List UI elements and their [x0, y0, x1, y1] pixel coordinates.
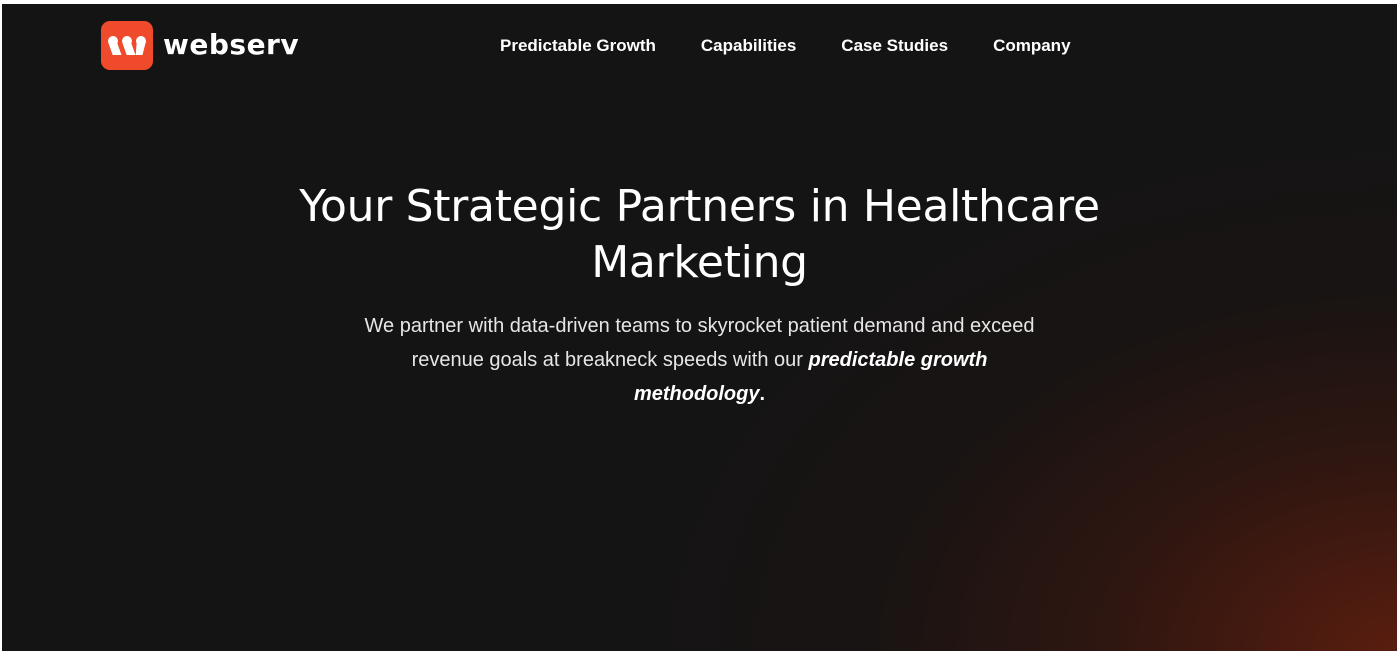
hero-subtitle-line-2-text: revenue goals at breakneck speeds with o… [411, 349, 809, 371]
nav-link-company[interactable]: Company [993, 36, 1070, 56]
nav-link-case-studies[interactable]: Case Studies [841, 36, 948, 56]
hero-subtitle-line-1: We partner with data-driven teams to sky… [364, 315, 1035, 337]
hero-title-line-2: Marketing [591, 237, 808, 288]
brand-logo-link[interactable]: webserv [101, 21, 299, 70]
hero-title: Your Strategic Partners in Healthcare Ma… [2, 179, 1397, 291]
webserv-logo-mark-icon [101, 21, 153, 70]
main-nav: Predictable Growth Capabilities Case Stu… [500, 34, 1071, 58]
hero-subtitle-period: . [759, 383, 766, 405]
hero-subtitle-emphasis-2: methodology [633, 383, 760, 405]
nav-link-predictable-growth[interactable]: Predictable Growth [500, 36, 656, 56]
hero-subtitle-line-3: methodology. [2, 377, 1397, 411]
hero-title-line-1: Your Strategic Partners in Healthcare [299, 181, 1100, 232]
brand-name: webserv [163, 27, 300, 61]
hero-subtitle-line-2: revenue goals at breakneck speeds with o… [2, 343, 1397, 377]
hero-subtitle: We partner with data-driven teams to sky… [2, 309, 1397, 411]
nav-link-capabilities[interactable]: Capabilities [701, 36, 796, 56]
hero-section: webserv Predictable Growth Capabilities … [2, 4, 1397, 651]
hero-subtitle-emphasis-1: predictable growth [808, 349, 988, 371]
